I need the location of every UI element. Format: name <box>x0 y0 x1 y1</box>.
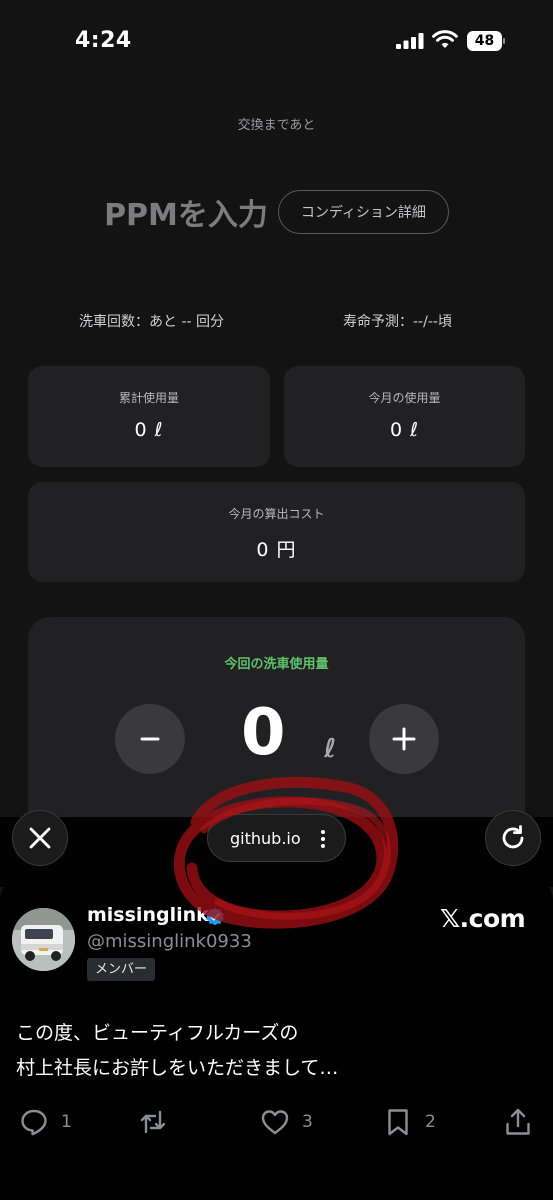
bookmark-count: 2 <box>425 1112 436 1132</box>
battery-tip <box>503 38 505 44</box>
tweet-text: この度、ビューティフルカーズの 村上社長にお許しをいただきまして… <box>16 1016 536 1086</box>
condition-details-button[interactable]: コンディション詳細 <box>277 190 449 234</box>
total-usage-value: 0 ℓ <box>134 419 164 441</box>
total-usage-card: 累計使用量 0 ℓ <box>28 366 270 467</box>
verified-badge-icon <box>206 907 224 926</box>
car-avatar-image <box>12 908 75 971</box>
total-usage-label: 累計使用量 <box>118 391 179 405</box>
month-cost-value: 0 円 <box>256 539 297 561</box>
url-text: github.io <box>230 828 301 848</box>
tweet-text-line: この度、ビューティフルカーズの <box>16 1022 299 1044</box>
tweet-action-bar: 1 3 2 <box>0 1106 553 1142</box>
share-icon <box>506 1108 530 1135</box>
ppm-input-title[interactable]: PPMを入力 <box>104 190 268 234</box>
share-button[interactable] <box>503 1106 533 1138</box>
lifespan-prediction: 寿命予測：--/--頃 <box>343 314 452 330</box>
like-count: 3 <box>302 1112 313 1132</box>
month-cost-card: 今月の算出コスト 0 円 <box>28 482 525 582</box>
user-handle[interactable]: @missinglink0933 <box>87 931 252 952</box>
minus-icon <box>140 737 160 741</box>
bookmark-icon <box>388 1109 408 1136</box>
like-button[interactable]: 3 <box>260 1106 313 1138</box>
current-usage-unit: ℓ <box>324 734 337 764</box>
exchange-label: 交換まであと <box>237 118 316 133</box>
reply-button[interactable]: 1 <box>19 1106 72 1138</box>
tweet-text-line: 村上社長にお許しをいただきまして… <box>16 1057 339 1079</box>
reload-icon <box>502 825 524 849</box>
plus-icon <box>392 727 416 751</box>
avatar[interactable] <box>12 908 75 971</box>
status-time: 4:24 <box>75 28 132 53</box>
reply-count: 1 <box>61 1112 72 1132</box>
cellular-signal-icon <box>396 33 424 49</box>
display-name[interactable]: missinglink <box>87 904 209 926</box>
member-badge: メンバー <box>87 958 156 981</box>
reload-button[interactable] <box>485 810 541 866</box>
close-browser-button[interactable] <box>12 810 68 866</box>
retweet-icon <box>140 1110 166 1134</box>
battery-indicator: 48 <box>467 31 505 51</box>
month-usage-card: 今月の使用量 0 ℓ <box>284 366 525 467</box>
reply-icon <box>21 1109 47 1136</box>
url-pill[interactable]: github.io <box>207 814 346 862</box>
month-cost-label: 今月の算出コスト <box>228 507 325 521</box>
tweet-card[interactable]: missinglink @missinglink0933 メンバー 𝕏.com … <box>0 878 553 1200</box>
heart-icon <box>261 1110 289 1135</box>
x-logo[interactable]: 𝕏.com <box>440 904 526 933</box>
current-usage-value: 0 <box>241 696 286 770</box>
increase-usage-button[interactable] <box>369 704 439 774</box>
current-usage-label: 今回の洗車使用量 <box>224 657 329 672</box>
month-usage-value: 0 ℓ <box>390 419 419 441</box>
month-usage-label: 今月の使用量 <box>368 391 441 405</box>
more-options-icon[interactable] <box>321 829 325 849</box>
retweet-button[interactable] <box>138 1106 180 1138</box>
ppm-row: PPMを入力 コンディション詳細 <box>0 188 553 236</box>
battery-level: 48 <box>467 31 502 51</box>
bookmark-button[interactable]: 2 <box>383 1106 436 1138</box>
close-icon <box>29 827 51 849</box>
wifi-icon <box>432 30 458 48</box>
wash-count-remaining: 洗車回数：あと -- 回分 <box>79 314 225 330</box>
status-bar: 4:24 48 <box>0 0 553 80</box>
decrease-usage-button[interactable] <box>115 704 185 774</box>
